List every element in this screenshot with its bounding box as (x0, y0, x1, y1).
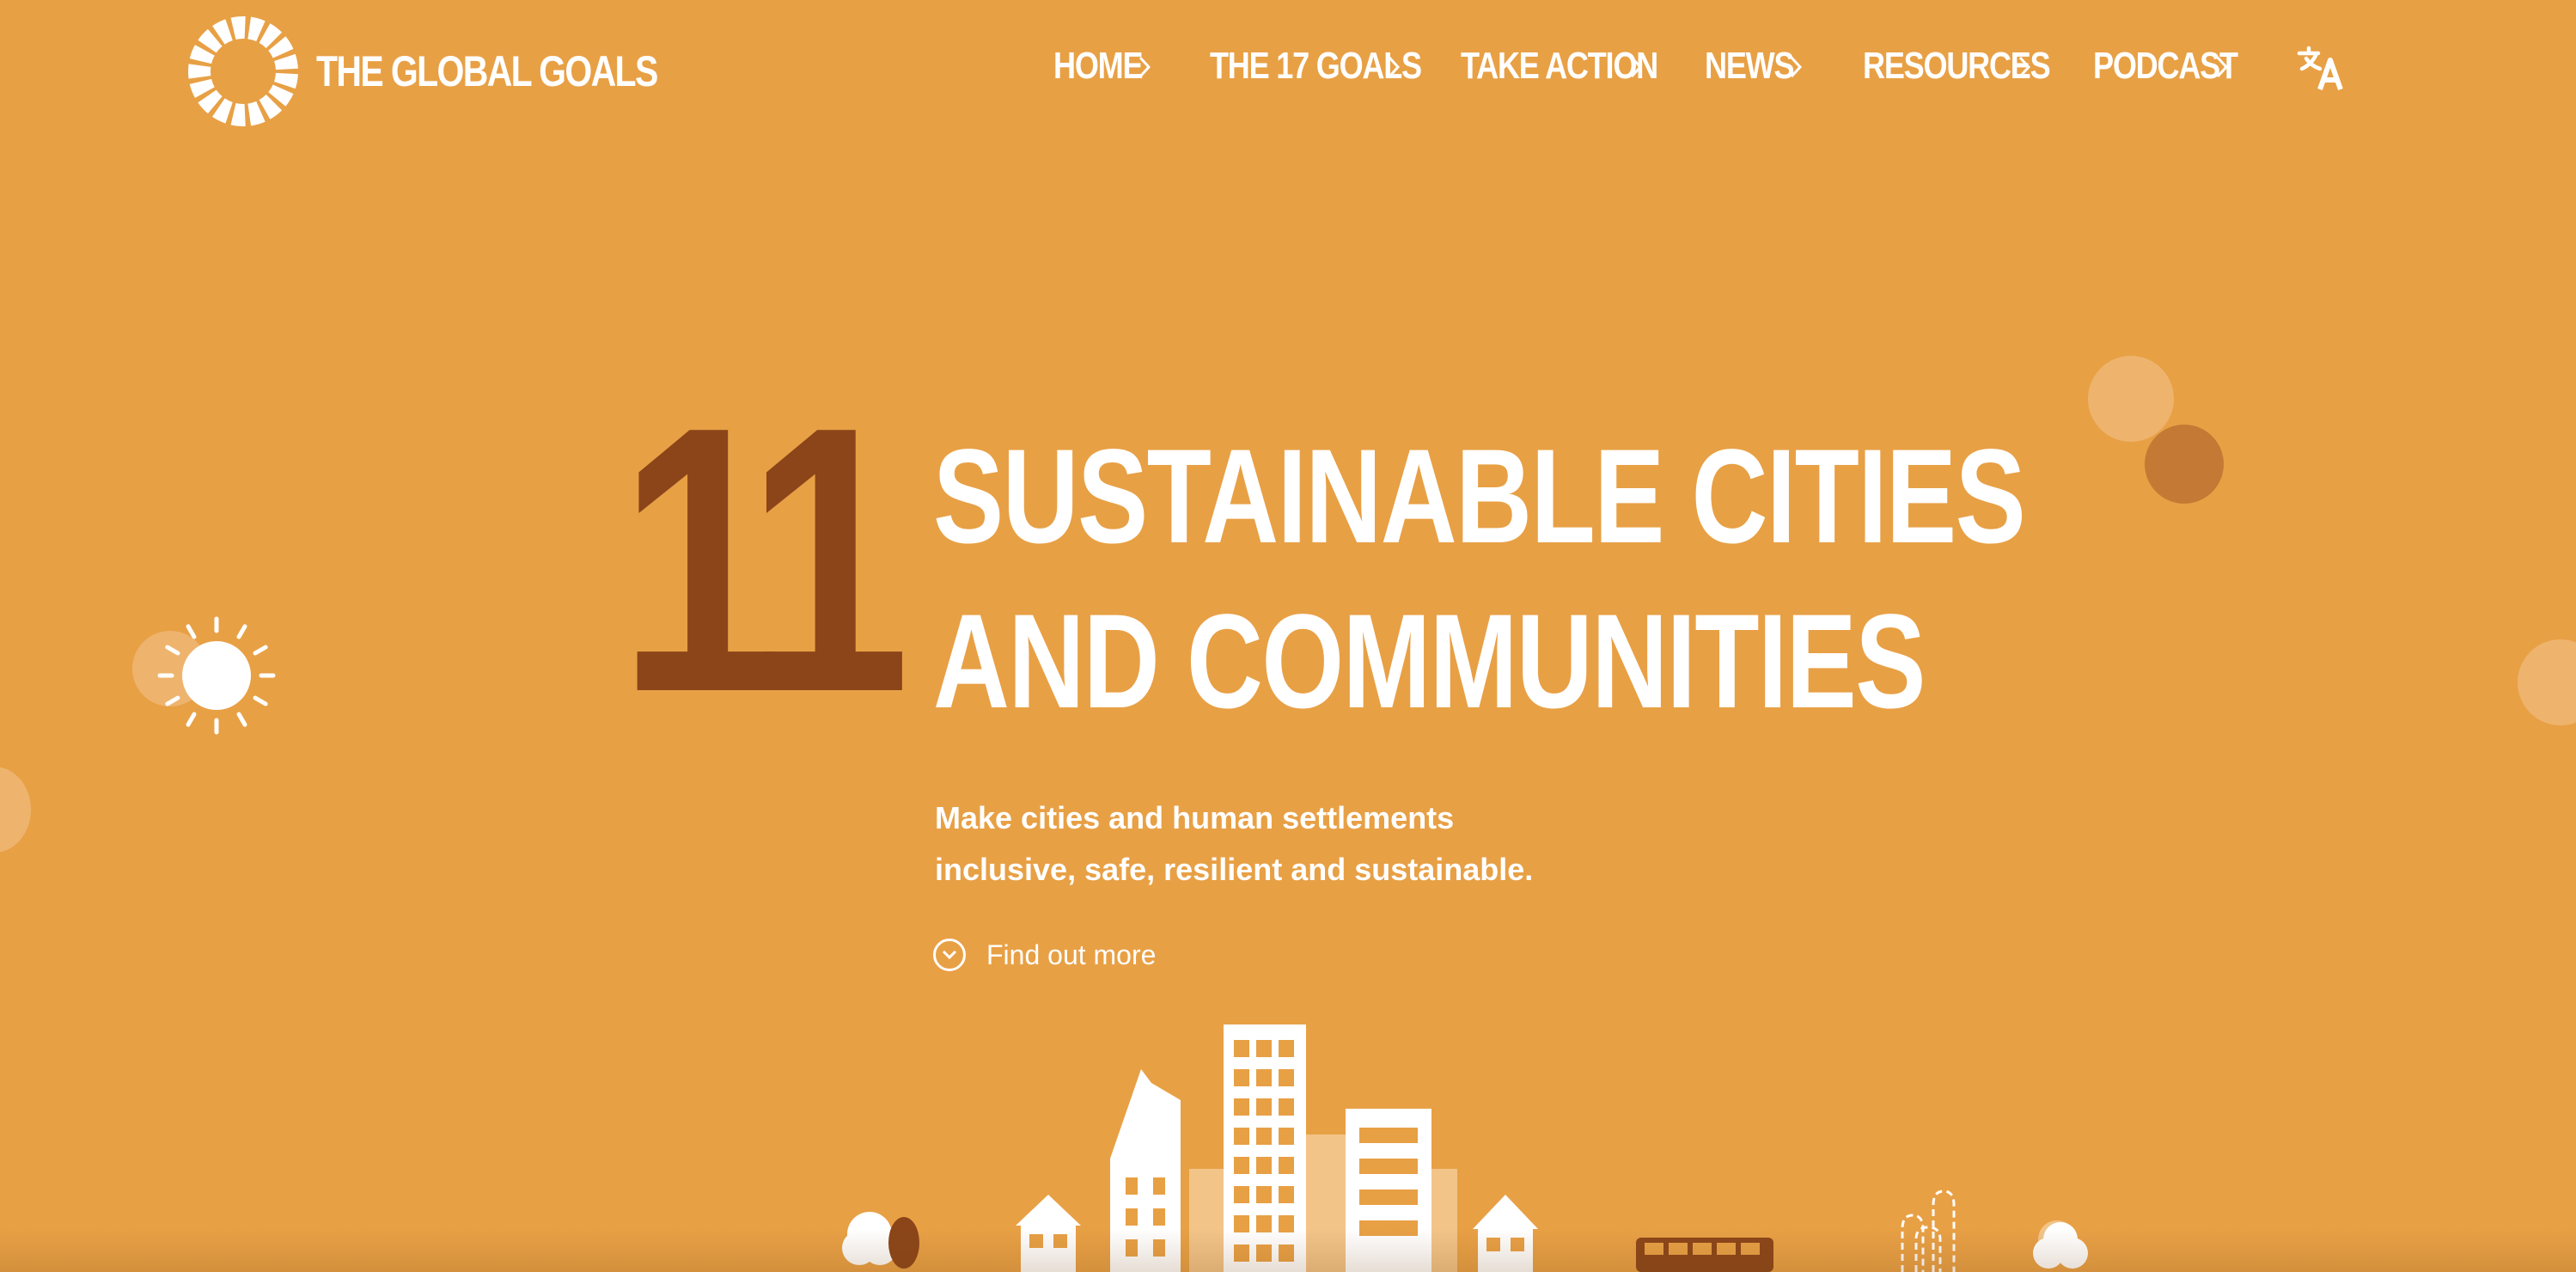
goal-title-line: SUSTAINABLE CITIES (933, 422, 2026, 572)
chevron-down-circle-icon (933, 939, 966, 971)
goal-description-line: inclusive, safe, resilient and sustainab… (935, 852, 1534, 887)
site-header: THE GLOBAL GOALS HOME THE 17 GOALS TAKE … (0, 0, 2576, 146)
translate-icon[interactable] (2296, 45, 2347, 93)
chevron-right-icon (1138, 56, 1151, 78)
nav-item-resources[interactable]: RESOURCES (1863, 45, 2091, 88)
chevron-right-icon (2216, 56, 2229, 78)
sun-icon (157, 616, 276, 735)
decorative-bubble (2518, 639, 2576, 725)
nav-label: NEWS (1705, 45, 1795, 87)
decorative-bubble (2088, 356, 2174, 442)
bottom-shadow (0, 1229, 2576, 1272)
chevron-right-icon (1388, 56, 1401, 78)
nav-item-take-action[interactable]: TAKE ACTION (1461, 45, 1700, 88)
nav-item-news[interactable]: NEWS (1705, 45, 1813, 88)
goal-number: 11 (619, 349, 910, 771)
nav-item-podcast[interactable]: PODCAST (2093, 45, 2269, 88)
chevron-right-icon (1790, 56, 1803, 78)
nav-item-home[interactable]: HOME (1053, 45, 1162, 88)
decorative-bubble (0, 767, 31, 853)
find-out-more-link[interactable]: Find out more (933, 939, 1156, 971)
global-goals-wheel-icon (188, 16, 298, 126)
goal-title: SUSTAINABLE CITIES AND COMMUNITIES (933, 414, 2026, 744)
chevron-right-icon (1630, 56, 1643, 78)
nav-label: TAKE ACTION (1461, 45, 1658, 87)
nav-label: HOME (1053, 45, 1144, 87)
find-out-more-label: Find out more (986, 939, 1157, 970)
goal-title-line: AND COMMUNITIES (933, 587, 1926, 737)
logo-link[interactable]: THE GLOBAL GOALS (187, 15, 732, 127)
goal-description-line: Make cities and human settlements (935, 800, 1455, 835)
decorative-bubble (2145, 425, 2224, 504)
chevron-right-icon (2018, 56, 2031, 78)
goal-description: Make cities and human settlements inclus… (935, 792, 1639, 896)
nav-item-the-17-goals[interactable]: THE 17 GOALS (1210, 45, 1468, 88)
brand-name: THE GLOBAL GOALS (316, 47, 658, 95)
